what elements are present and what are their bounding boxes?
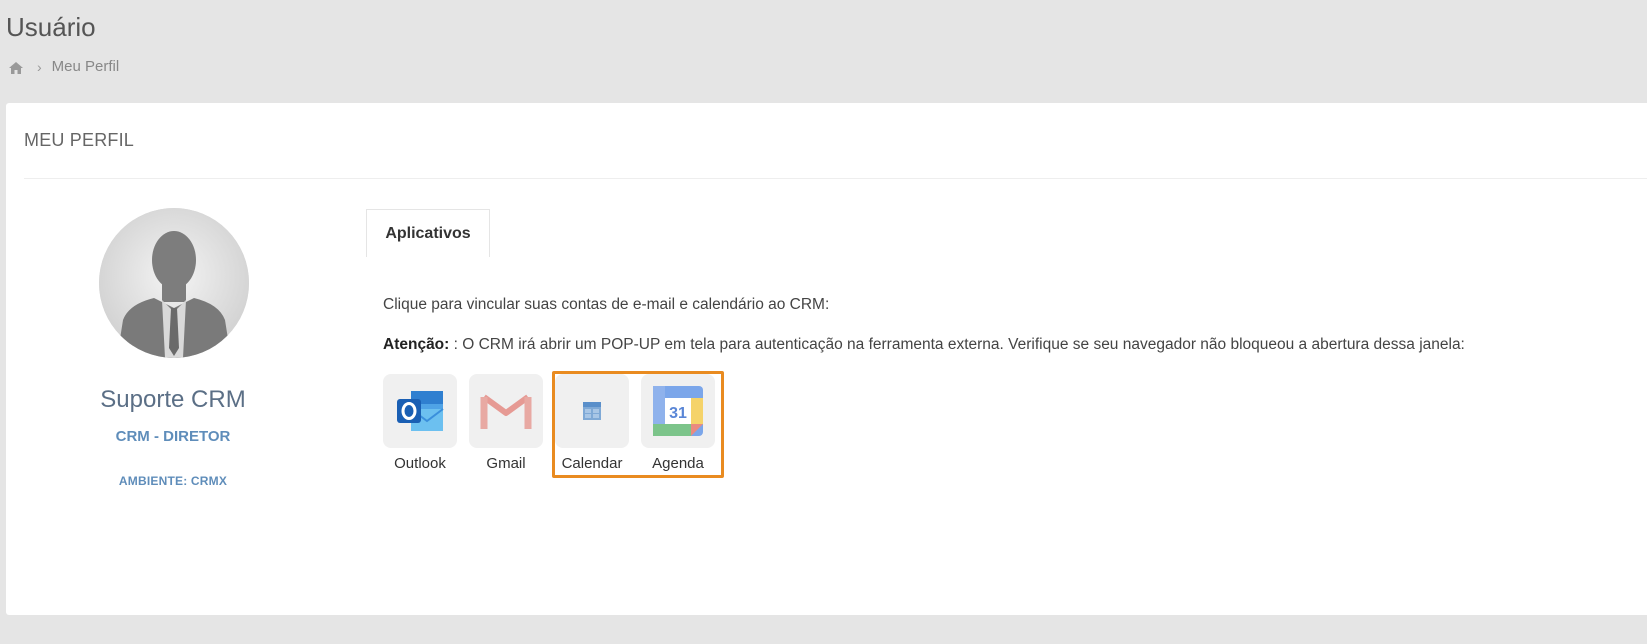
tab-aplicativos[interactable]: Aplicativos bbox=[366, 209, 490, 257]
user-silhouette-icon bbox=[99, 208, 249, 358]
app-outlook[interactable]: Outlook bbox=[383, 374, 457, 472]
attention-text: Atenção: : O CRM irá abrir um POP-UP em … bbox=[383, 336, 1465, 354]
panel-divider bbox=[24, 178, 1647, 179]
page-title: Usuário bbox=[6, 12, 96, 42]
app-gmail[interactable]: Gmail bbox=[469, 374, 543, 472]
breadcrumb-current: Meu Perfil bbox=[51, 58, 120, 75]
attention-message: : O CRM irá abrir um POP-UP em tela para… bbox=[449, 336, 1465, 353]
breadcrumb: › Meu Perfil bbox=[9, 58, 119, 75]
profile-name: Suporte CRM bbox=[100, 386, 246, 413]
gmail-icon bbox=[480, 394, 532, 429]
profile-panel: MEU PERFIL Suporte CRM CRM - DIRETOR AMB… bbox=[6, 103, 1647, 615]
profile-role: CRM - DIRETOR bbox=[115, 428, 231, 445]
outlook-icon bbox=[397, 391, 444, 431]
avatar bbox=[99, 208, 249, 358]
profile-environment: AMBIENTE: CRMX bbox=[118, 474, 228, 488]
app-label: Outlook bbox=[394, 455, 446, 472]
breadcrumb-separator-icon: › bbox=[37, 58, 42, 75]
home-icon[interactable] bbox=[9, 61, 23, 74]
outlook-tile[interactable] bbox=[383, 374, 457, 448]
highlight-box bbox=[552, 371, 724, 478]
gmail-tile[interactable] bbox=[469, 374, 543, 448]
intro-text: Clique para vincular suas contas de e-ma… bbox=[383, 296, 830, 313]
attention-label: Atenção: bbox=[383, 336, 450, 353]
app-label: Gmail bbox=[486, 455, 526, 472]
panel-title: MEU PERFIL bbox=[24, 130, 135, 150]
